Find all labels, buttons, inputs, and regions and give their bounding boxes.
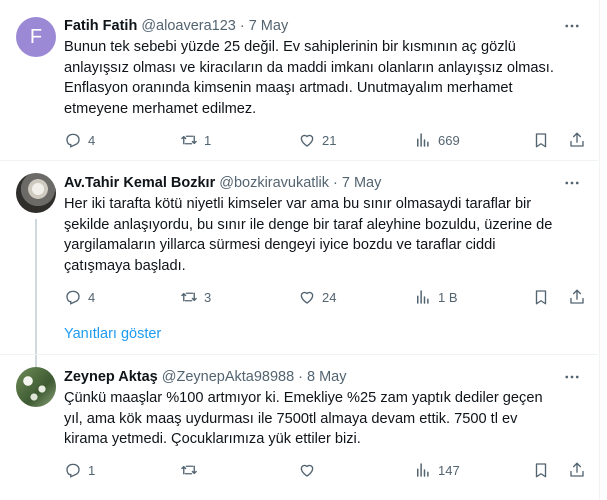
author-name[interactable]: Av.Tahir Kemal Bozkır: [64, 175, 215, 191]
separator-dot: ·: [239, 18, 245, 34]
share-button[interactable]: [568, 286, 586, 308]
tweet-date[interactable]: 8 May: [307, 369, 347, 385]
share-icon: [570, 462, 584, 477]
separator-dot: ·: [298, 369, 304, 385]
share-button[interactable]: [568, 129, 586, 151]
tweet-2[interactable]: Av.Tahir Kemal Bozkır @bozkiravukatlik ·…: [0, 161, 598, 369]
tweet-text: Bunun tek sebebi yüzde 25 değil. Ev sahi…: [64, 39, 554, 117]
view-count: 147: [438, 462, 460, 478]
more-options-icon[interactable]: [562, 367, 582, 387]
tweet-text: Her iki tarafta kötü niyetli kimseler va…: [64, 196, 553, 274]
bookmark-button[interactable]: [532, 459, 550, 481]
tweet-actions: 4 1 21 669: [58, 129, 588, 151]
bookmark-icon: [535, 463, 547, 478]
share-button[interactable]: [568, 459, 586, 481]
retweet-icon: [181, 465, 197, 475]
like-button[interactable]: [298, 459, 322, 481]
heart-icon: [300, 464, 314, 477]
author-name[interactable]: Fatih Fatih: [64, 18, 137, 34]
retweet-button[interactable]: 1: [180, 129, 211, 151]
views-button[interactable]: 669: [414, 129, 460, 151]
tweet-actions: 1 147: [58, 459, 588, 481]
retweet-count: 1: [204, 132, 212, 148]
retweet-icon: [181, 135, 197, 145]
share-icon: [570, 289, 584, 304]
analytics-icon: [417, 133, 429, 147]
tweet-3[interactable]: Zeynep Aktaş @ZeynepAkta98988 · 8 May Çü…: [0, 355, 598, 500]
like-button[interactable]: 21: [298, 129, 336, 151]
tweet-actions: 4 3 24 1 B: [58, 286, 588, 308]
bookmark-icon: [535, 290, 547, 305]
tweet-header: Zeynep Aktaş @ZeynepAkta98988 · 8 May: [64, 367, 347, 387]
reply-count: 4: [88, 289, 96, 305]
like-button[interactable]: 24: [298, 286, 336, 308]
heart-icon: [300, 291, 314, 304]
author-handle[interactable]: @ZeynepAkta98988: [162, 369, 294, 385]
analytics-icon: [417, 463, 429, 477]
bookmark-icon: [535, 133, 547, 148]
retweet-button[interactable]: 3: [180, 286, 211, 308]
separator-dot: ·: [333, 175, 338, 191]
share-icon: [570, 132, 584, 147]
tweet-date[interactable]: 7 May: [249, 18, 289, 34]
bookmark-button[interactable]: [532, 129, 550, 151]
thread-line: [35, 219, 37, 369]
reply-count: 4: [88, 132, 96, 148]
analytics-icon: [417, 290, 429, 304]
retweet-icon: [181, 292, 197, 302]
views-button[interactable]: 147: [414, 459, 460, 481]
tweet-header: Fatih Fatih @aloavera123 · 7 May: [64, 16, 288, 36]
reply-icon: [66, 290, 80, 305]
reply-button[interactable]: 4: [64, 129, 95, 151]
column-border: [599, 0, 600, 500]
more-options-icon[interactable]: [562, 173, 582, 193]
retweet-count: 3: [204, 289, 212, 305]
like-count: 24: [322, 289, 337, 305]
view-count: 669: [438, 132, 460, 148]
author-handle[interactable]: @bozkiravukatlik: [219, 175, 329, 191]
show-replies-link[interactable]: Yanıtları göster: [64, 326, 161, 342]
reply-button[interactable]: 1: [64, 459, 95, 481]
avatar[interactable]: [16, 367, 56, 407]
retweet-button[interactable]: [180, 459, 204, 481]
reply-button[interactable]: 4: [64, 286, 95, 308]
tweet-date[interactable]: 7 May: [342, 175, 382, 191]
bookmark-button[interactable]: [532, 286, 550, 308]
reply-icon: [66, 463, 80, 478]
reply-icon: [66, 133, 80, 148]
reply-count: 1: [88, 462, 96, 478]
author-name[interactable]: Zeynep Aktaş: [64, 369, 158, 385]
avatar[interactable]: [16, 173, 56, 213]
tweet-header: Av.Tahir Kemal Bozkır @bozkiravukatlik ·…: [64, 173, 381, 193]
view-count: 1 B: [438, 289, 458, 305]
views-button[interactable]: 1 B: [414, 286, 458, 308]
author-handle[interactable]: @aloavera123: [141, 18, 236, 34]
heart-icon: [300, 134, 314, 147]
like-count: 21: [322, 132, 337, 148]
avatar[interactable]: F: [16, 17, 56, 57]
more-options-icon[interactable]: [562, 16, 582, 36]
tweet-text: Çünkü maaşlar %100 artmıyor ki. Emekliye…: [64, 390, 543, 447]
tweet-1[interactable]: F Fatih Fatih @aloavera123 · 7 May Bunun…: [0, 0, 598, 160]
